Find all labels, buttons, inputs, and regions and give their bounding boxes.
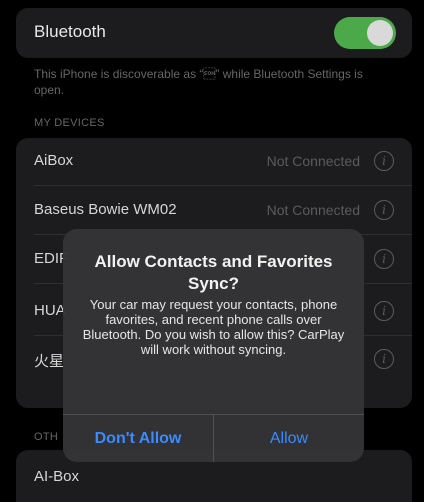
device-status: Not Connected [266,202,360,218]
discoverable-note: This iPhone is discoverable as “” while… [34,67,363,97]
divider [34,185,412,186]
info-icon[interactable]: i [374,349,394,369]
info-icon[interactable]: i [374,301,394,321]
my-devices-header: MY DEVICES [34,117,105,129]
bluetooth-label: Bluetooth [34,22,106,41]
info-icon[interactable]: i [374,151,394,171]
device-name: AI-Box [34,468,80,485]
info-icon[interactable]: i [374,249,394,269]
dont-allow-button[interactable]: Don't Allow [63,415,213,462]
device-name: AiBox [34,152,74,169]
device-name: 火星 [34,353,65,370]
bluetooth-toggle-row: Bluetooth [16,8,412,58]
toggle-knob [367,20,393,46]
alert-title: Allow Contacts and Favorites Sync? [94,252,333,293]
info-icon[interactable]: i [374,200,394,220]
other-devices-header: OTH [34,431,59,443]
device-row-baseus[interactable]: Baseus Bowie WM02 Not Connected i [16,187,412,235]
allow-button[interactable]: Allow [214,415,364,462]
bluetooth-toggle[interactable] [334,17,396,49]
device-row-aibox[interactable]: AiBox Not Connected i [16,138,412,186]
device-name: HUA [34,302,66,319]
sync-alert-dialog: Allow Contacts and Favorites Sync? Your … [63,229,364,462]
device-status: Not Connected [266,153,360,169]
alert-message: Your car may request your contacts, phon… [82,297,345,357]
device-name: Baseus Bowie WM02 [34,201,177,218]
